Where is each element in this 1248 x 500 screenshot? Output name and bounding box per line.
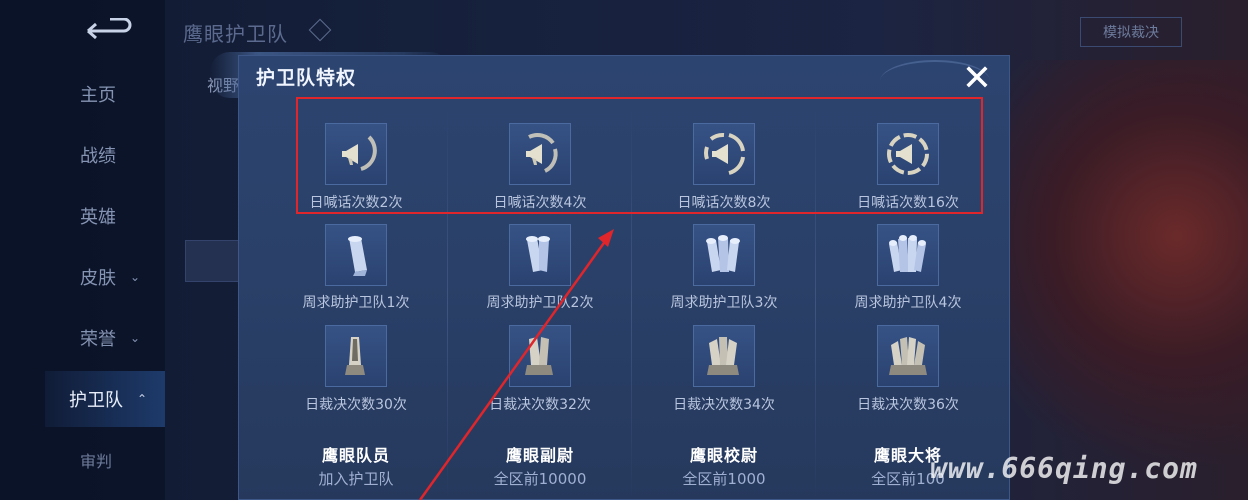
scroll-icon bbox=[325, 224, 387, 286]
sidebar-item-guard-team[interactable]: 护卫队 ⌃ bbox=[45, 371, 165, 427]
chevron-down-icon: ⌄ bbox=[130, 331, 141, 345]
modal-title: 护卫队特权 bbox=[256, 67, 357, 89]
rank-title: 鹰眼队员 bbox=[321, 446, 390, 465]
hero-artwork bbox=[1010, 60, 1248, 500]
rank-title: 鹰眼副尉 bbox=[505, 446, 574, 465]
rank-requirement: 全区前1000 bbox=[682, 470, 766, 488]
sidebar-item-label: 荣誉 bbox=[80, 329, 116, 350]
close-button[interactable]: ✕ bbox=[958, 60, 996, 98]
back-arrow-icon bbox=[87, 17, 132, 40]
sidebar-item-honor[interactable]: 荣誉 ⌄ bbox=[0, 310, 165, 366]
privilege-label: 日裁决次数30次 bbox=[305, 397, 407, 413]
sidebar-subitem-judge[interactable]: 审判 bbox=[80, 448, 112, 472]
scrolls-icon bbox=[509, 224, 571, 286]
privilege-label: 日裁决次数32次 bbox=[489, 397, 591, 413]
privilege-label: 周求助护卫队1次 bbox=[302, 295, 410, 311]
sidebar: 主页 战绩 英雄 皮肤 ⌄ 荣誉 ⌄ 护卫队 ⌃ 审判 bbox=[0, 0, 165, 500]
simulate-judge-button[interactable]: 模拟裁决 bbox=[1080, 17, 1182, 47]
sidebar-item-label: 主页 bbox=[80, 85, 116, 106]
sidebar-item-record[interactable]: 战绩 bbox=[0, 127, 165, 183]
privilege-label: 日裁决次数34次 bbox=[673, 397, 775, 413]
privilege-label: 周求助护卫队3次 bbox=[670, 295, 778, 311]
sidebar-item-label: 战绩 bbox=[80, 146, 116, 167]
sidebar-item-home[interactable]: 主页 bbox=[0, 66, 165, 122]
rank-title: 鹰眼校尉 bbox=[689, 446, 758, 465]
sidebar-item-label: 皮肤 bbox=[80, 268, 116, 289]
gavel-icon bbox=[509, 325, 571, 387]
back-button[interactable] bbox=[80, 17, 134, 44]
sidebar-item-label: 英雄 bbox=[80, 207, 116, 228]
privilege-label: 周求助护卫队2次 bbox=[486, 295, 594, 311]
privilege-label: 周求助护卫队4次 bbox=[854, 295, 962, 311]
close-icon: ✕ bbox=[961, 58, 993, 99]
watermark: www.666qing.com bbox=[930, 452, 1198, 485]
page-title: 鹰眼护卫队 bbox=[183, 22, 288, 46]
chevron-down-icon: ⌄ bbox=[130, 270, 141, 284]
sidebar-item-label: 护卫队 bbox=[69, 390, 123, 411]
gavel-icon bbox=[693, 325, 755, 387]
sidebar-item-skins[interactable]: 皮肤 ⌄ bbox=[0, 249, 165, 305]
scrolls-icon bbox=[693, 224, 755, 286]
rank-requirement: 加入护卫队 bbox=[318, 470, 394, 488]
sidebar-item-heroes[interactable]: 英雄 bbox=[0, 188, 165, 244]
gavel-icon bbox=[325, 325, 387, 387]
rank-requirement: 全区前10000 bbox=[493, 470, 587, 488]
annotation-highlight-box bbox=[296, 97, 983, 214]
chevron-up-icon: ⌃ bbox=[137, 392, 148, 406]
privilege-label: 日裁决次数36次 bbox=[857, 397, 959, 413]
gavel-icon bbox=[877, 325, 939, 387]
scrolls-icon bbox=[877, 224, 939, 286]
background-card bbox=[185, 240, 242, 282]
